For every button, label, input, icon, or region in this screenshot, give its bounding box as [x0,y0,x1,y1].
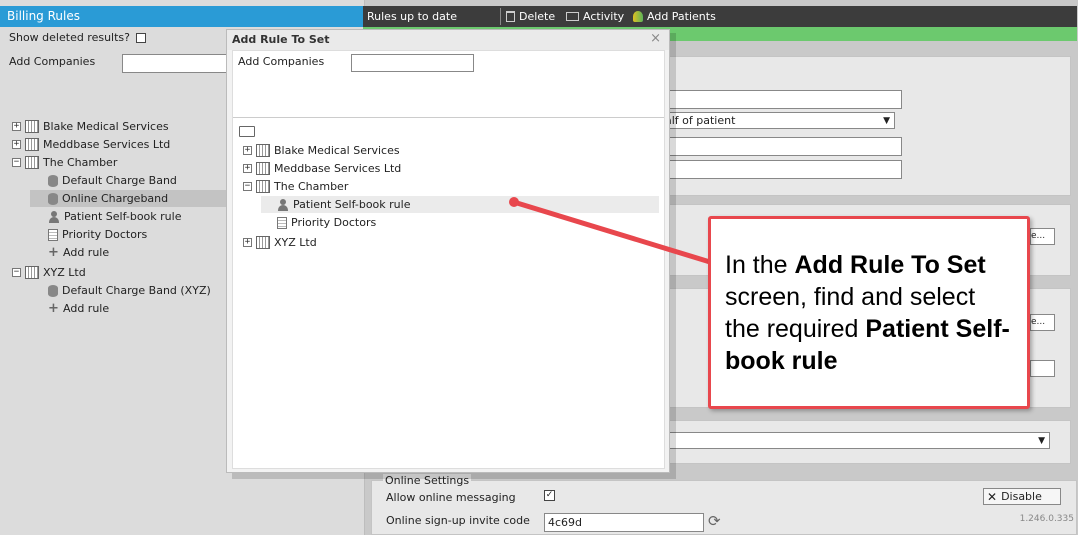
instruction-callout: In the Add Rule To Set screen, find and … [708,216,1030,409]
